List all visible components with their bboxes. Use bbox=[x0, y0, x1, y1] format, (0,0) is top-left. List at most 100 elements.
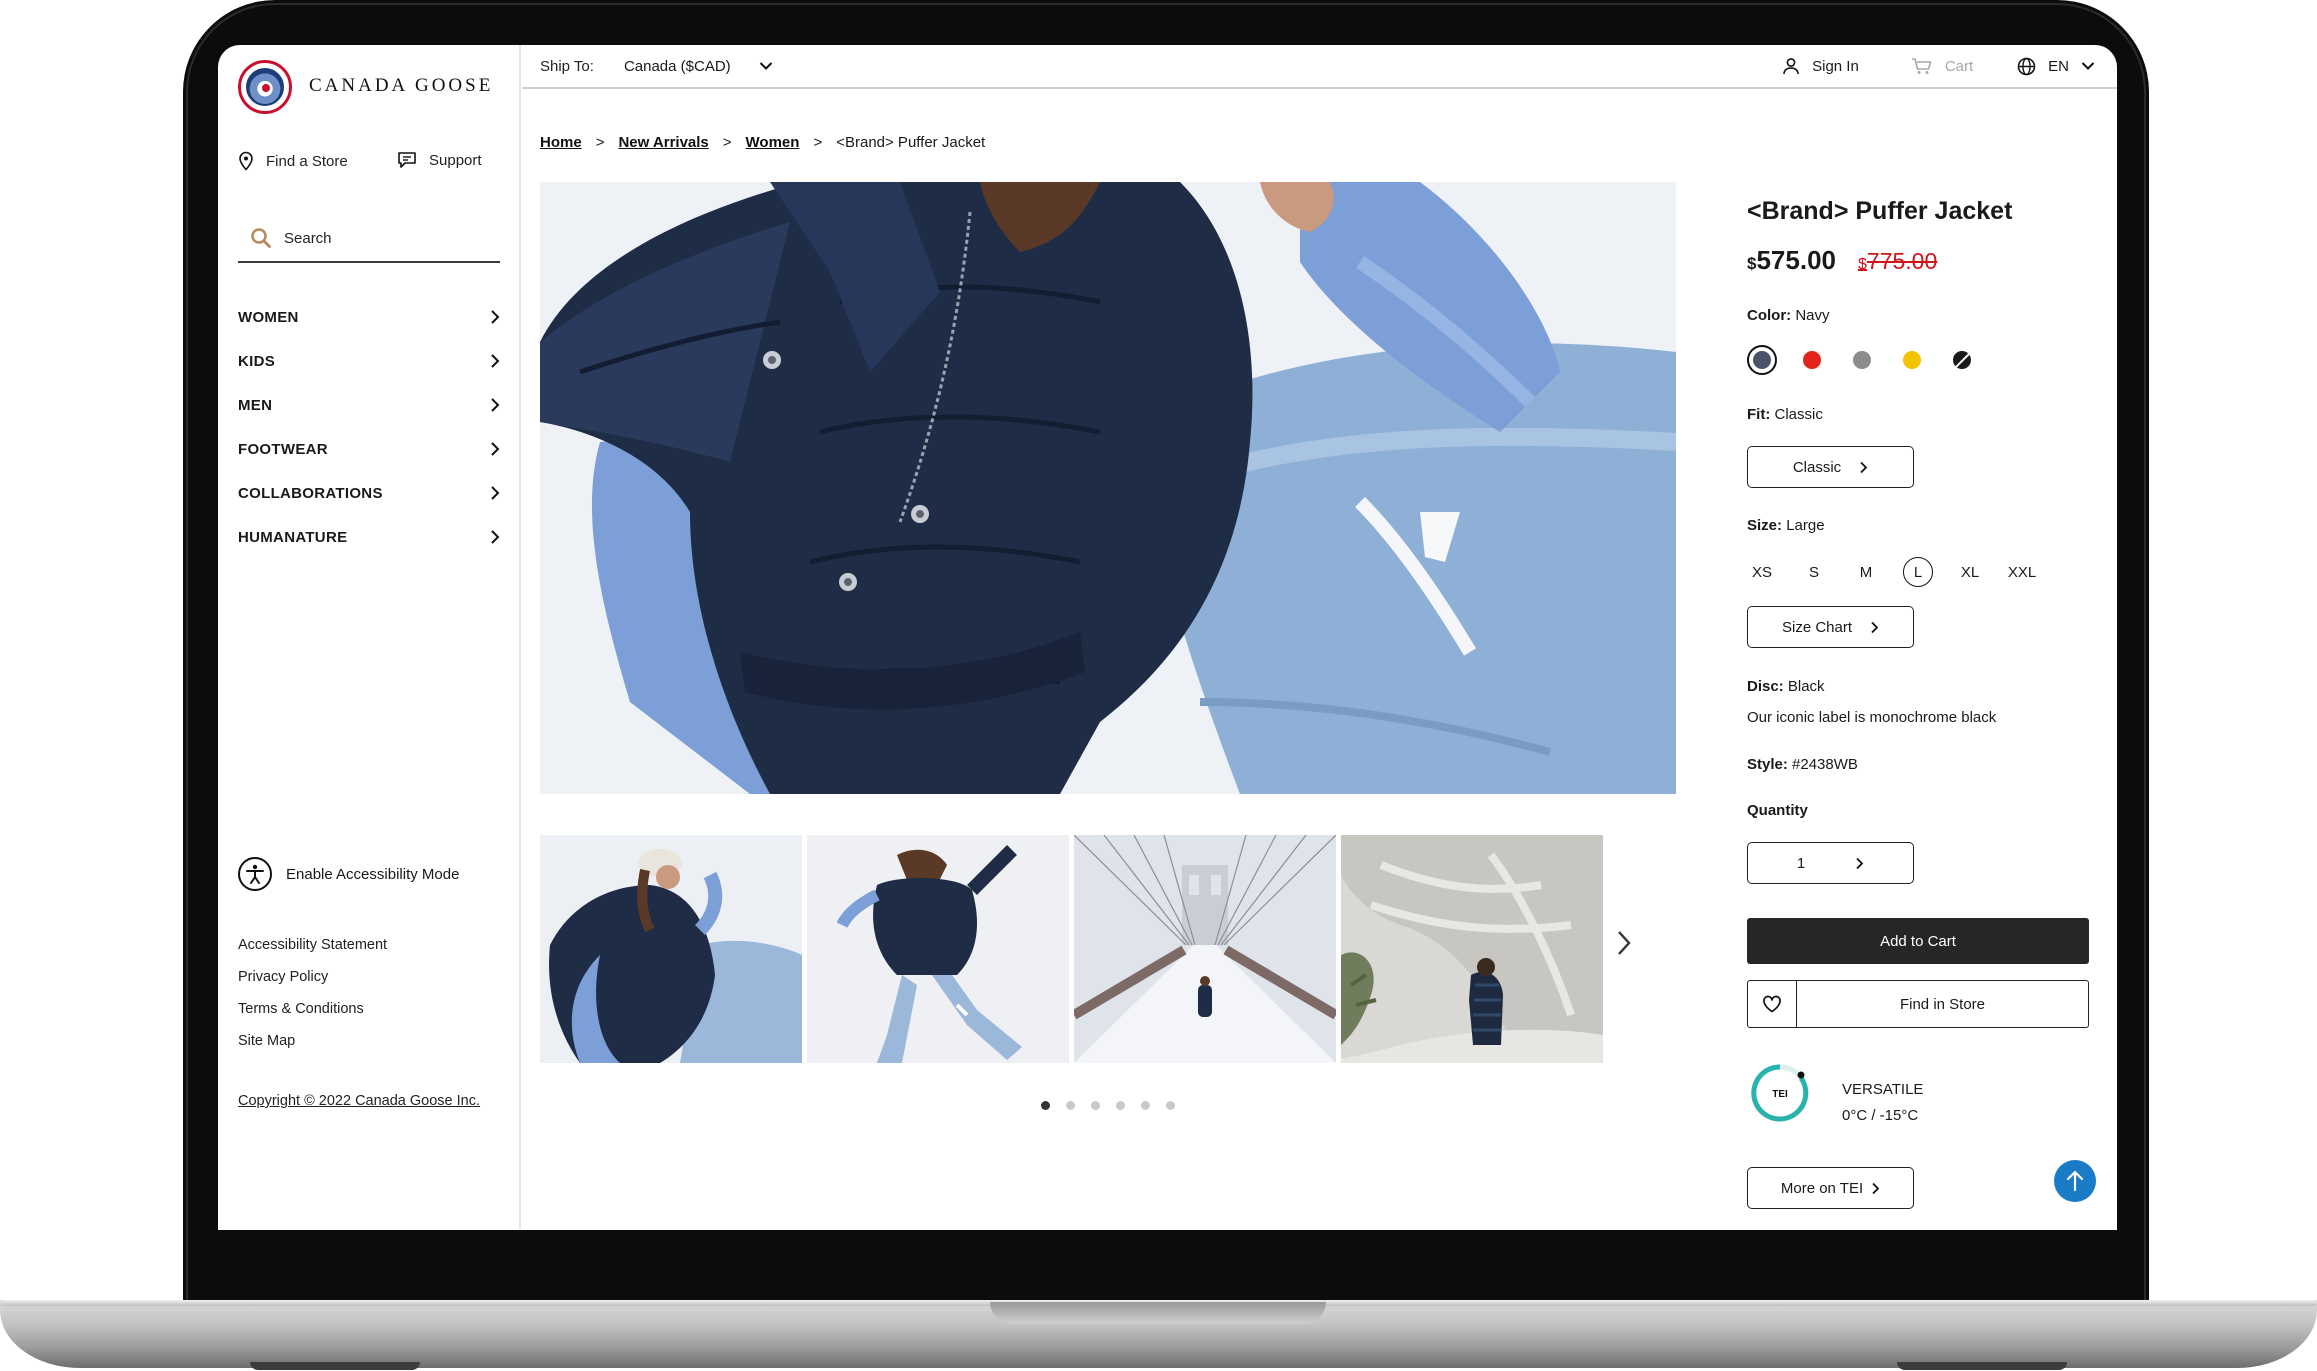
disc-description: Our iconic label is monochrome black bbox=[1747, 709, 1997, 726]
ship-to-select[interactable]: Canada ($CAD) bbox=[624, 58, 773, 75]
thumbnail-3[interactable] bbox=[1074, 835, 1336, 1063]
gallery-dot[interactable] bbox=[1166, 1101, 1175, 1110]
price-row: $575.00 $775.00 bbox=[1747, 245, 1937, 276]
footer-links: Accessibility Statement Privacy Policy T… bbox=[238, 929, 387, 1057]
more-on-tei-button[interactable]: More on TEI bbox=[1747, 1167, 1914, 1209]
search-icon bbox=[251, 228, 271, 248]
size-options: XS S M L XL XXL bbox=[1747, 557, 2059, 587]
size-option-xl[interactable]: XL bbox=[1955, 557, 1985, 587]
language-select[interactable]: EN bbox=[2017, 57, 2095, 76]
thumbnail-4[interactable] bbox=[1341, 835, 1603, 1063]
size-option-xs[interactable]: XS bbox=[1747, 557, 1777, 587]
size-chart-button[interactable]: Size Chart bbox=[1747, 606, 1914, 648]
product-title: <Brand> Puffer Jacket bbox=[1747, 197, 2013, 225]
laptop-notch bbox=[990, 1302, 1326, 1324]
brand-logo-icon[interactable] bbox=[238, 60, 292, 114]
gallery-pagination bbox=[1041, 1101, 1175, 1110]
breadcrumb: Home > New Arrivals > Women > <Brand> Pu… bbox=[540, 134, 986, 151]
gallery-dot[interactable] bbox=[1091, 1101, 1100, 1110]
screen: CANADA GOOSE Find a Store Support WOMEN … bbox=[218, 45, 2117, 1230]
original-price: $775.00 bbox=[1858, 248, 1938, 274]
nav-item-women[interactable]: WOMEN bbox=[238, 295, 500, 339]
privacy-policy-link[interactable]: Privacy Policy bbox=[238, 961, 387, 993]
svg-text:TEI: TEI bbox=[1772, 1089, 1788, 1100]
main-product-image[interactable] bbox=[540, 182, 1676, 794]
accessibility-mode-toggle[interactable]: Enable Accessibility Mode bbox=[238, 857, 459, 891]
accessibility-icon bbox=[238, 857, 272, 891]
fit-label: Fit: Classic bbox=[1747, 406, 1823, 423]
breadcrumb-women[interactable]: Women bbox=[746, 134, 800, 151]
chevron-down-icon bbox=[759, 62, 772, 70]
thumbnail-2[interactable] bbox=[807, 835, 1069, 1063]
nav-item-kids[interactable]: KIDS bbox=[238, 339, 500, 383]
nav-item-men[interactable]: MEN bbox=[238, 383, 500, 427]
gallery-dot[interactable] bbox=[1141, 1101, 1150, 1110]
size-option-xxl[interactable]: XXL bbox=[2007, 557, 2037, 587]
top-bar: Ship To: Canada ($CAD) Sign In Cart EN bbox=[522, 45, 2117, 89]
gallery-dot[interactable] bbox=[1041, 1101, 1050, 1110]
swatch-red[interactable] bbox=[1803, 351, 1821, 369]
fit-select-button[interactable]: Classic bbox=[1747, 446, 1914, 488]
chevron-down-icon bbox=[2081, 62, 2095, 70]
find-store-link[interactable]: Find a Store bbox=[238, 151, 348, 171]
site-map-link[interactable]: Site Map bbox=[238, 1025, 387, 1057]
heart-icon bbox=[1763, 995, 1781, 1013]
chevron-right-icon bbox=[491, 398, 500, 412]
chevron-right-icon bbox=[491, 486, 500, 500]
sidebar: CANADA GOOSE Find a Store Support WOMEN … bbox=[218, 45, 521, 1230]
swatch-dot bbox=[1753, 351, 1771, 369]
chevron-right-icon bbox=[1871, 621, 1879, 633]
cart-link[interactable]: Cart bbox=[1911, 57, 1973, 75]
swatch-black[interactable] bbox=[1953, 351, 1971, 369]
search-box[interactable] bbox=[238, 215, 500, 263]
search-input[interactable] bbox=[284, 229, 484, 247]
scroll-to-top-button[interactable] bbox=[2054, 1160, 2096, 1202]
category-nav: WOMEN KIDS MEN FOOTWEAR COLLABORATIONS H… bbox=[238, 295, 500, 559]
breadcrumb-current: <Brand> Puffer Jacket bbox=[836, 134, 986, 151]
sale-price: $575.00 bbox=[1747, 245, 1836, 275]
size-option-m[interactable]: M bbox=[1851, 557, 1881, 587]
copyright-link[interactable]: Copyright © 2022 Canada Goose Inc. bbox=[238, 1093, 480, 1109]
brand-name[interactable]: CANADA GOOSE bbox=[309, 75, 493, 97]
chevron-right-icon bbox=[1872, 1182, 1880, 1194]
gallery-dot[interactable] bbox=[1116, 1101, 1125, 1110]
globe-icon bbox=[2017, 57, 2036, 75]
location-pin-icon bbox=[239, 151, 253, 171]
size-option-l[interactable]: L bbox=[1903, 557, 1933, 587]
swatch-yellow[interactable] bbox=[1903, 351, 1921, 369]
chevron-right-icon bbox=[491, 530, 500, 544]
nav-item-humanature[interactable]: HUMANATURE bbox=[238, 515, 500, 559]
breadcrumb-home[interactable]: Home bbox=[540, 134, 582, 151]
swatch-navy[interactable] bbox=[1747, 345, 1777, 375]
chevron-right-icon bbox=[491, 310, 500, 324]
chat-bubble-icon bbox=[398, 152, 416, 168]
gallery-dot[interactable] bbox=[1066, 1101, 1075, 1110]
quantity-label: Quantity bbox=[1747, 802, 1808, 819]
breadcrumb-new-arrivals[interactable]: New Arrivals bbox=[618, 134, 708, 151]
wishlist-button[interactable] bbox=[1747, 980, 1797, 1028]
support-link[interactable]: Support bbox=[397, 151, 482, 169]
disc-label: Disc: Black bbox=[1747, 678, 1825, 695]
cart-icon bbox=[1911, 58, 1932, 74]
size-option-s[interactable]: S bbox=[1799, 557, 1829, 587]
find-in-store-button[interactable]: Find in Store bbox=[1797, 980, 2089, 1028]
tei-rating: VERSATILE 0°C / -15°C bbox=[1842, 1081, 1924, 1124]
swatch-grey[interactable] bbox=[1853, 351, 1871, 369]
accessibility-statement-link[interactable]: Accessibility Statement bbox=[238, 929, 387, 961]
thumbnail-1[interactable] bbox=[540, 835, 802, 1063]
gallery-next-arrow-icon[interactable] bbox=[1616, 930, 1632, 956]
quantity-stepper[interactable]: 1 bbox=[1747, 842, 1914, 884]
nav-item-collaborations[interactable]: COLLABORATIONS bbox=[238, 471, 500, 515]
tei-gauge-icon: TEI bbox=[1749, 1062, 1811, 1124]
chevron-right-icon bbox=[491, 354, 500, 368]
terms-link[interactable]: Terms & Conditions bbox=[238, 993, 387, 1025]
chevron-right-icon bbox=[1860, 461, 1868, 473]
arrow-up-icon bbox=[2066, 1170, 2084, 1192]
sign-in-link[interactable]: Sign In bbox=[1782, 57, 1859, 75]
add-to-cart-button[interactable]: Add to Cart bbox=[1747, 918, 2089, 964]
style-label: Style: #2438WB bbox=[1747, 756, 1858, 773]
size-label: Size: Large bbox=[1747, 517, 1825, 534]
nav-item-footwear[interactable]: FOOTWEAR bbox=[238, 427, 500, 471]
chevron-right-icon bbox=[1856, 857, 1864, 869]
ship-to-label: Ship To: bbox=[540, 57, 594, 75]
